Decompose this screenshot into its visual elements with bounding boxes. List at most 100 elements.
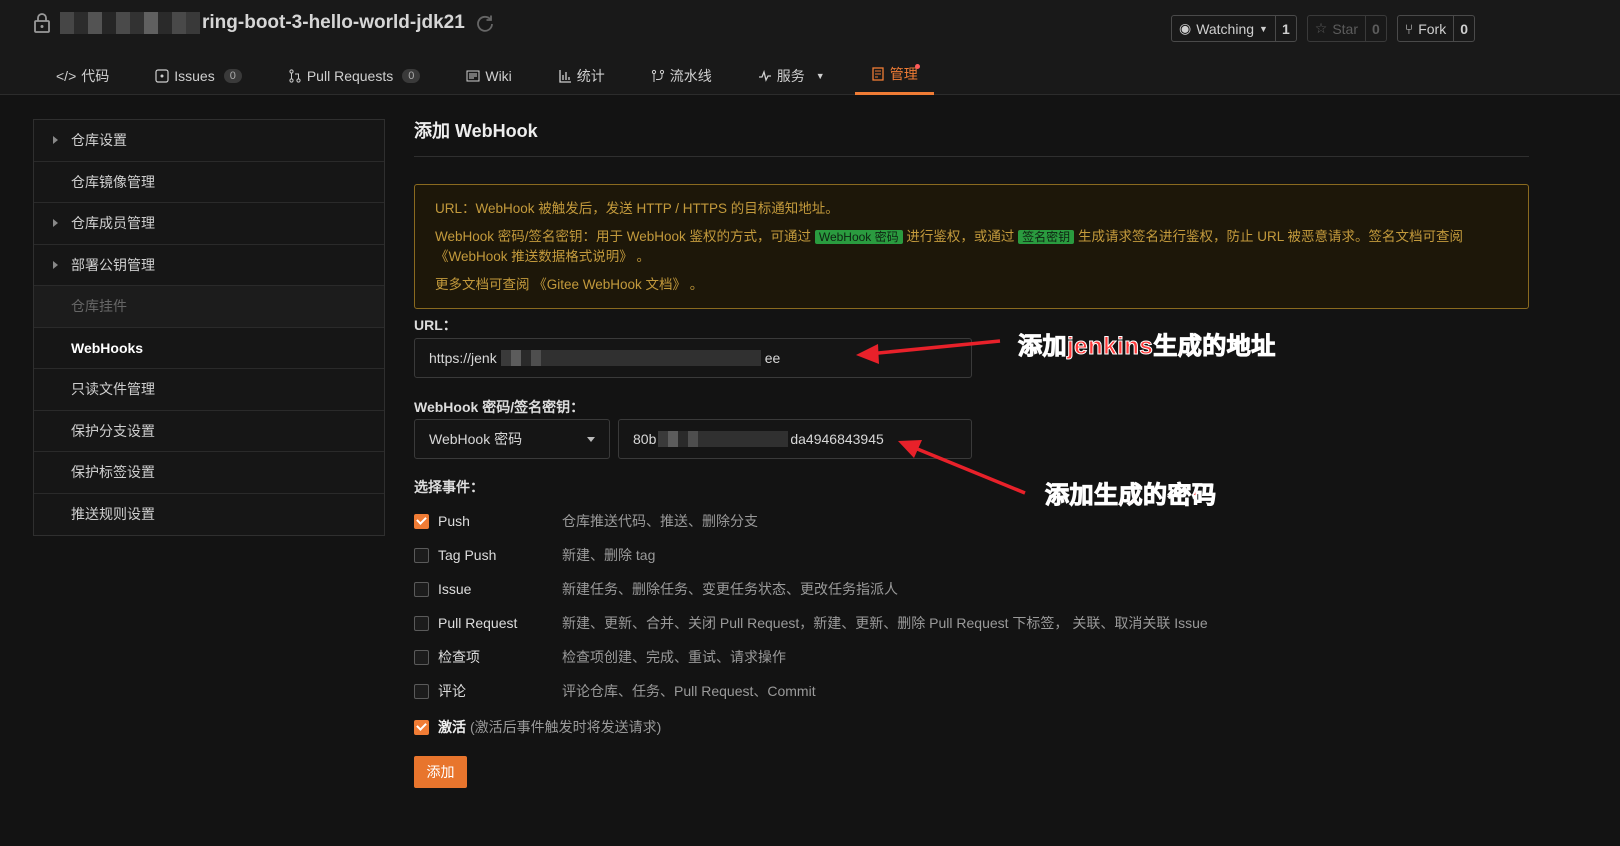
sidebar-item-deploy-keys[interactable]: 部署公钥管理	[34, 245, 384, 286]
watch-button[interactable]: ◉ Watching ▼ 1	[1170, 15, 1297, 42]
sidebar-item-widgets: 仓库挂件	[34, 286, 384, 328]
sidebar-item-label: 仓库设置	[71, 132, 127, 149]
fork-icon: ⑂	[1404, 20, 1414, 37]
sidebar-item-webhooks[interactable]: WebHooks	[34, 328, 384, 369]
sidebar-item-readonly-files[interactable]: 只读文件管理	[34, 369, 384, 411]
tab-label: Wiki	[485, 67, 512, 84]
tab-services[interactable]: 服务 ▼	[742, 56, 841, 95]
star-label: Star	[1332, 20, 1358, 37]
check-checkbox[interactable]	[414, 649, 429, 665]
sidebar-item-repo-settings[interactable]: 仓库设置	[34, 120, 384, 162]
activate-checkbox[interactable]	[414, 719, 429, 735]
lock-icon	[34, 13, 50, 33]
event-desc: 评论仓库、任务、Pull Request、Commit	[562, 683, 816, 699]
tab-pipeline[interactable]: 流水线	[635, 56, 728, 95]
sidebar-item-members[interactable]: 仓库成员管理	[34, 203, 384, 245]
tab-wiki[interactable]: Wiki	[450, 56, 527, 95]
tab-label: Pull Requests	[306, 67, 394, 84]
event-desc: 新建、删除 tag	[562, 547, 656, 563]
activate-label: 激活	[438, 719, 466, 735]
chart-icon	[559, 69, 571, 83]
event-desc: 新建任务、删除任务、变更任务状态、更改任务指派人	[562, 581, 898, 597]
tab-label: 服务	[776, 67, 805, 84]
sidebar-item-label: 保护分支设置	[71, 422, 155, 439]
sidebar-item-mirror[interactable]: 仓库镜像管理	[34, 162, 384, 203]
tab-label: 管理	[889, 66, 918, 82]
fork-label: Fork	[1418, 20, 1447, 37]
url-value-end: ee	[764, 350, 781, 366]
info-notice: URL：WebHook 被触发后，发送 HTTP / HTTPS 的目标通知地址…	[414, 184, 1529, 309]
chevron-down-icon	[587, 436, 595, 442]
secret-type-select[interactable]: WebHook 密码	[414, 419, 610, 459]
chevron-down-icon: ▼	[815, 70, 825, 81]
issues-icon	[155, 68, 169, 83]
event-pull-request[interactable]: Pull Request 新建、更新、合并、关闭 Pull Request，新建、…	[414, 606, 1529, 640]
sidebar-item-label: 部署公钥管理	[71, 256, 155, 273]
repo-name-link[interactable]: ring-boot-3-hello-world-jdk21	[202, 12, 465, 34]
fork-count[interactable]: 0	[1454, 16, 1474, 41]
star-count[interactable]: 0	[1366, 16, 1386, 41]
sidebar-item-push-rules[interactable]: 推送规则设置	[34, 494, 384, 536]
push-checkbox[interactable]	[414, 513, 429, 529]
caret-right-icon	[53, 260, 58, 269]
sidebar-item-protected-tags[interactable]: 保护标签设置	[34, 452, 384, 494]
chevron-down-icon: ▼	[1259, 23, 1268, 34]
signature-key-tag: 签名密钥	[1018, 230, 1075, 244]
issue-checkbox[interactable]	[414, 581, 429, 597]
page-title: 添加 WebHook	[414, 117, 1529, 157]
star-button[interactable]: ☆ Star 0	[1306, 15, 1387, 42]
notice-more-docs[interactable]: 更多文档可查阅 《Gitee WebHook 文档》 。	[435, 275, 1508, 294]
secret-value-start: 80b	[633, 431, 657, 447]
event-desc: 仓库推送代码、推送、删除分支	[562, 513, 758, 529]
add-button[interactable]: 添加	[414, 756, 467, 788]
event-desc: 新建、更新、合并、关闭 Pull Request，新建、更新、删除 Pull R…	[562, 615, 1208, 631]
event-name: Push	[438, 513, 470, 529]
event-desc: 检查项创建、完成、重试、请求操作	[562, 649, 786, 665]
redacted-url	[500, 350, 761, 366]
eye-icon: ◉	[1178, 20, 1192, 36]
redacted-secret	[658, 431, 789, 447]
pull-request-icon	[289, 68, 301, 83]
tab-manage[interactable]: 管理	[854, 56, 934, 95]
watch-count[interactable]: 1	[1276, 16, 1296, 41]
event-name: Tag Push	[438, 547, 497, 563]
webhook-password-tag: WebHook 密码	[814, 230, 903, 244]
notice-secret: WebHook 密码/签名密钥：用于 WebHook 鉴权的方式，可通过 Web…	[435, 227, 1508, 266]
pull-request-checkbox[interactable]	[414, 615, 429, 631]
sidebar-item-label: 仓库挂件	[71, 298, 127, 315]
tab-issues[interactable]: Issues 0	[139, 56, 258, 95]
event-check[interactable]: 检查项 检查项创建、完成、重试、请求操作	[414, 640, 1529, 674]
event-issue[interactable]: Issue 新建任务、删除任务、变更任务状态、更改任务指派人	[414, 572, 1529, 606]
comment-checkbox[interactable]	[414, 683, 429, 699]
event-name: Issue	[438, 581, 472, 597]
pipeline-icon	[651, 69, 664, 82]
secret-input[interactable]: 80b da4946843945	[618, 419, 972, 459]
sidebar-item-label: 保护标签设置	[71, 464, 155, 481]
sidebar-item-label: 推送规则设置	[71, 506, 155, 523]
url-label: URL：	[414, 317, 457, 333]
event-push[interactable]: Push 仓库推送代码、推送、删除分支	[414, 504, 1529, 538]
tab-label: 代码	[81, 67, 110, 84]
settings-sidebar: 仓库设置 仓库镜像管理 仓库成员管理 部署公钥管理 仓库挂件 WebHooks …	[33, 119, 385, 536]
tab-stats[interactable]: 统计	[542, 56, 621, 95]
sync-icon[interactable]	[475, 13, 495, 33]
activate-hint: (激活后事件触发时将发送请求)	[470, 719, 662, 735]
url-input[interactable]: https://jenk ee	[414, 338, 972, 378]
event-comment[interactable]: 评论 评论仓库、任务、Pull Request、Commit	[414, 674, 1529, 708]
tab-pull-requests[interactable]: Pull Requests 0	[272, 56, 437, 95]
event-tag-push[interactable]: Tag Push 新建、删除 tag	[414, 538, 1529, 572]
star-icon: ☆	[1314, 20, 1328, 36]
repo-tabs: </> 代码 Issues 0 Pull Requests 0 Wiki 统计 流水线…	[40, 56, 948, 95]
webhook-form: 添加 WebHook URL：WebHook 被触发后，发送 HTTP / HT…	[414, 117, 1529, 788]
sidebar-item-protected-branches[interactable]: 保护分支设置	[34, 411, 384, 452]
code-icon: </>	[56, 67, 77, 84]
tab-label: 统计	[576, 67, 605, 84]
redacted-owner	[60, 12, 200, 34]
fork-button[interactable]: ⑂ Fork 0	[1396, 15, 1475, 42]
sidebar-item-label: 仓库镜像管理	[71, 173, 155, 190]
tab-code[interactable]: </> 代码	[40, 56, 125, 95]
watch-label: Watching	[1196, 20, 1255, 37]
activate-row[interactable]: 激活 (激活后事件触发时将发送请求)	[414, 717, 661, 737]
notification-dot	[914, 64, 920, 69]
tag-push-checkbox[interactable]	[414, 547, 429, 563]
